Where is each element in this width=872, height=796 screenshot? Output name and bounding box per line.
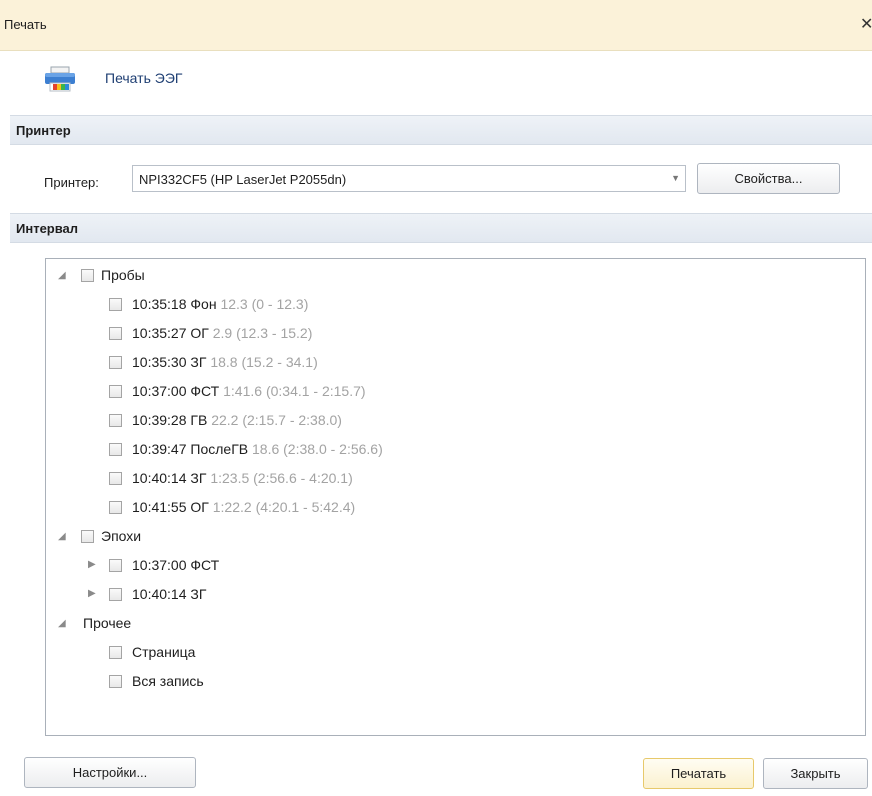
probe-name: 10:40:14 ЗГ [132,470,207,486]
checkbox[interactable] [109,588,122,601]
checkbox[interactable] [109,298,122,311]
tree-item-label: 10:41:55 ОГ 1:22.2 (4:20.1 - 5:42.4) [132,499,355,515]
tree-item-label: Страница [132,644,196,660]
checkbox[interactable] [109,327,122,340]
printer-icon [45,66,75,92]
tree-node-label: Прочее [83,615,132,631]
tree-node-label: Пробы [101,267,145,283]
probe-detail: 12.3 (0 - 12.3) [220,296,309,312]
close-button[interactable]: Закрыть [763,758,868,789]
printer-label: Принтер: [44,175,99,190]
printer-section-title: Принтер [16,123,71,138]
properties-button[interactable]: Свойства... [697,163,840,194]
tree-item-label: 10:35:18 Фон 12.3 (0 - 12.3) [132,296,308,312]
probe-detail: 22.2 (2:15.7 - 2:38.0) [211,412,342,428]
dialog-heading: Печать ЭЭГ [105,70,183,86]
probe-name: 10:41:55 ОГ [132,499,209,515]
probe-detail: 1:41.6 (0:34.1 - 2:15.7) [223,383,366,399]
checkbox[interactable] [81,269,94,282]
checkbox[interactable] [109,414,122,427]
probe-detail: 1:22.2 (4:20.1 - 5:42.4) [212,499,356,515]
expand-triangle-icon[interactable]: ▶ [88,588,96,599]
close-icon[interactable]: ✕ [860,14,872,34]
window-title: Печать [4,17,47,32]
tree-node-label: Эпохи [101,528,142,544]
tree-item-label: 10:40:14 ЗГ 1:23.5 (2:56.6 - 4:20.1) [132,470,353,486]
probe-name: 10:35:18 Фон [132,296,217,312]
tree-item-label: 10:37:00 ФСТ 1:41.6 (0:34.1 - 2:15.7) [132,383,366,399]
checkbox[interactable] [109,675,122,688]
probe-detail: 1:23.5 (2:56.6 - 4:20.1) [210,470,353,486]
tree-item-label: Вся запись [132,673,204,689]
checkbox[interactable] [109,356,122,369]
chevron-down-icon[interactable]: ▼ [671,173,680,183]
checkbox[interactable] [109,646,122,659]
probe-detail: 18.6 (2:38.0 - 2:56.6) [252,441,383,457]
tree-item-label: 10:37:00 ФСТ [132,557,220,573]
title-bar: Печать ✕ [0,0,872,51]
tree-item-label: 10:35:27 ОГ 2.9 (12.3 - 15.2) [132,325,312,341]
checkbox[interactable] [109,559,122,572]
probe-name: 10:35:30 ЗГ [132,354,207,370]
print-button[interactable]: Печатать [643,758,754,789]
printer-select-value: NPI332CF5 (HP LaserJet P2055dn) [139,172,347,187]
collapse-triangle-icon[interactable]: ◢ [58,531,66,542]
checkbox[interactable] [109,501,122,514]
collapse-triangle-icon[interactable]: ◢ [58,270,66,281]
interval-tree[interactable]: ◢ Пробы 10:35:18 Фон 12.3 (0 - 12.3) 10:… [45,258,866,736]
checkbox[interactable] [109,472,122,485]
interval-section-title: Интервал [16,221,79,236]
probe-name: 10:39:28 ГВ [132,412,208,428]
interval-section-header: Интервал [10,213,872,243]
checkbox[interactable] [81,530,94,543]
probe-name: 10:35:27 ОГ [132,325,209,341]
collapse-triangle-icon[interactable]: ◢ [58,618,66,629]
checkbox[interactable] [109,385,122,398]
settings-button[interactable]: Настройки... [24,757,196,788]
probe-name: 10:39:47 ПослеГВ [132,441,249,457]
printer-select[interactable]: NPI332CF5 (HP LaserJet P2055dn) ▼ [132,165,686,192]
printer-section-header: Принтер [10,115,872,145]
tree-item-label: 10:39:28 ГВ 22.2 (2:15.7 - 2:38.0) [132,412,342,428]
checkbox[interactable] [109,443,122,456]
tree-item-label: 10:40:14 ЗГ [132,586,207,602]
probe-name: 10:37:00 ФСТ [132,383,220,399]
tree-item-label: 10:39:47 ПослеГВ 18.6 (2:38.0 - 2:56.6) [132,441,383,457]
probe-detail: 2.9 (12.3 - 15.2) [212,325,313,341]
expand-triangle-icon[interactable]: ▶ [88,559,96,570]
tree-item-label: 10:35:30 ЗГ 18.8 (15.2 - 34.1) [132,354,318,370]
probe-detail: 18.8 (15.2 - 34.1) [210,354,318,370]
